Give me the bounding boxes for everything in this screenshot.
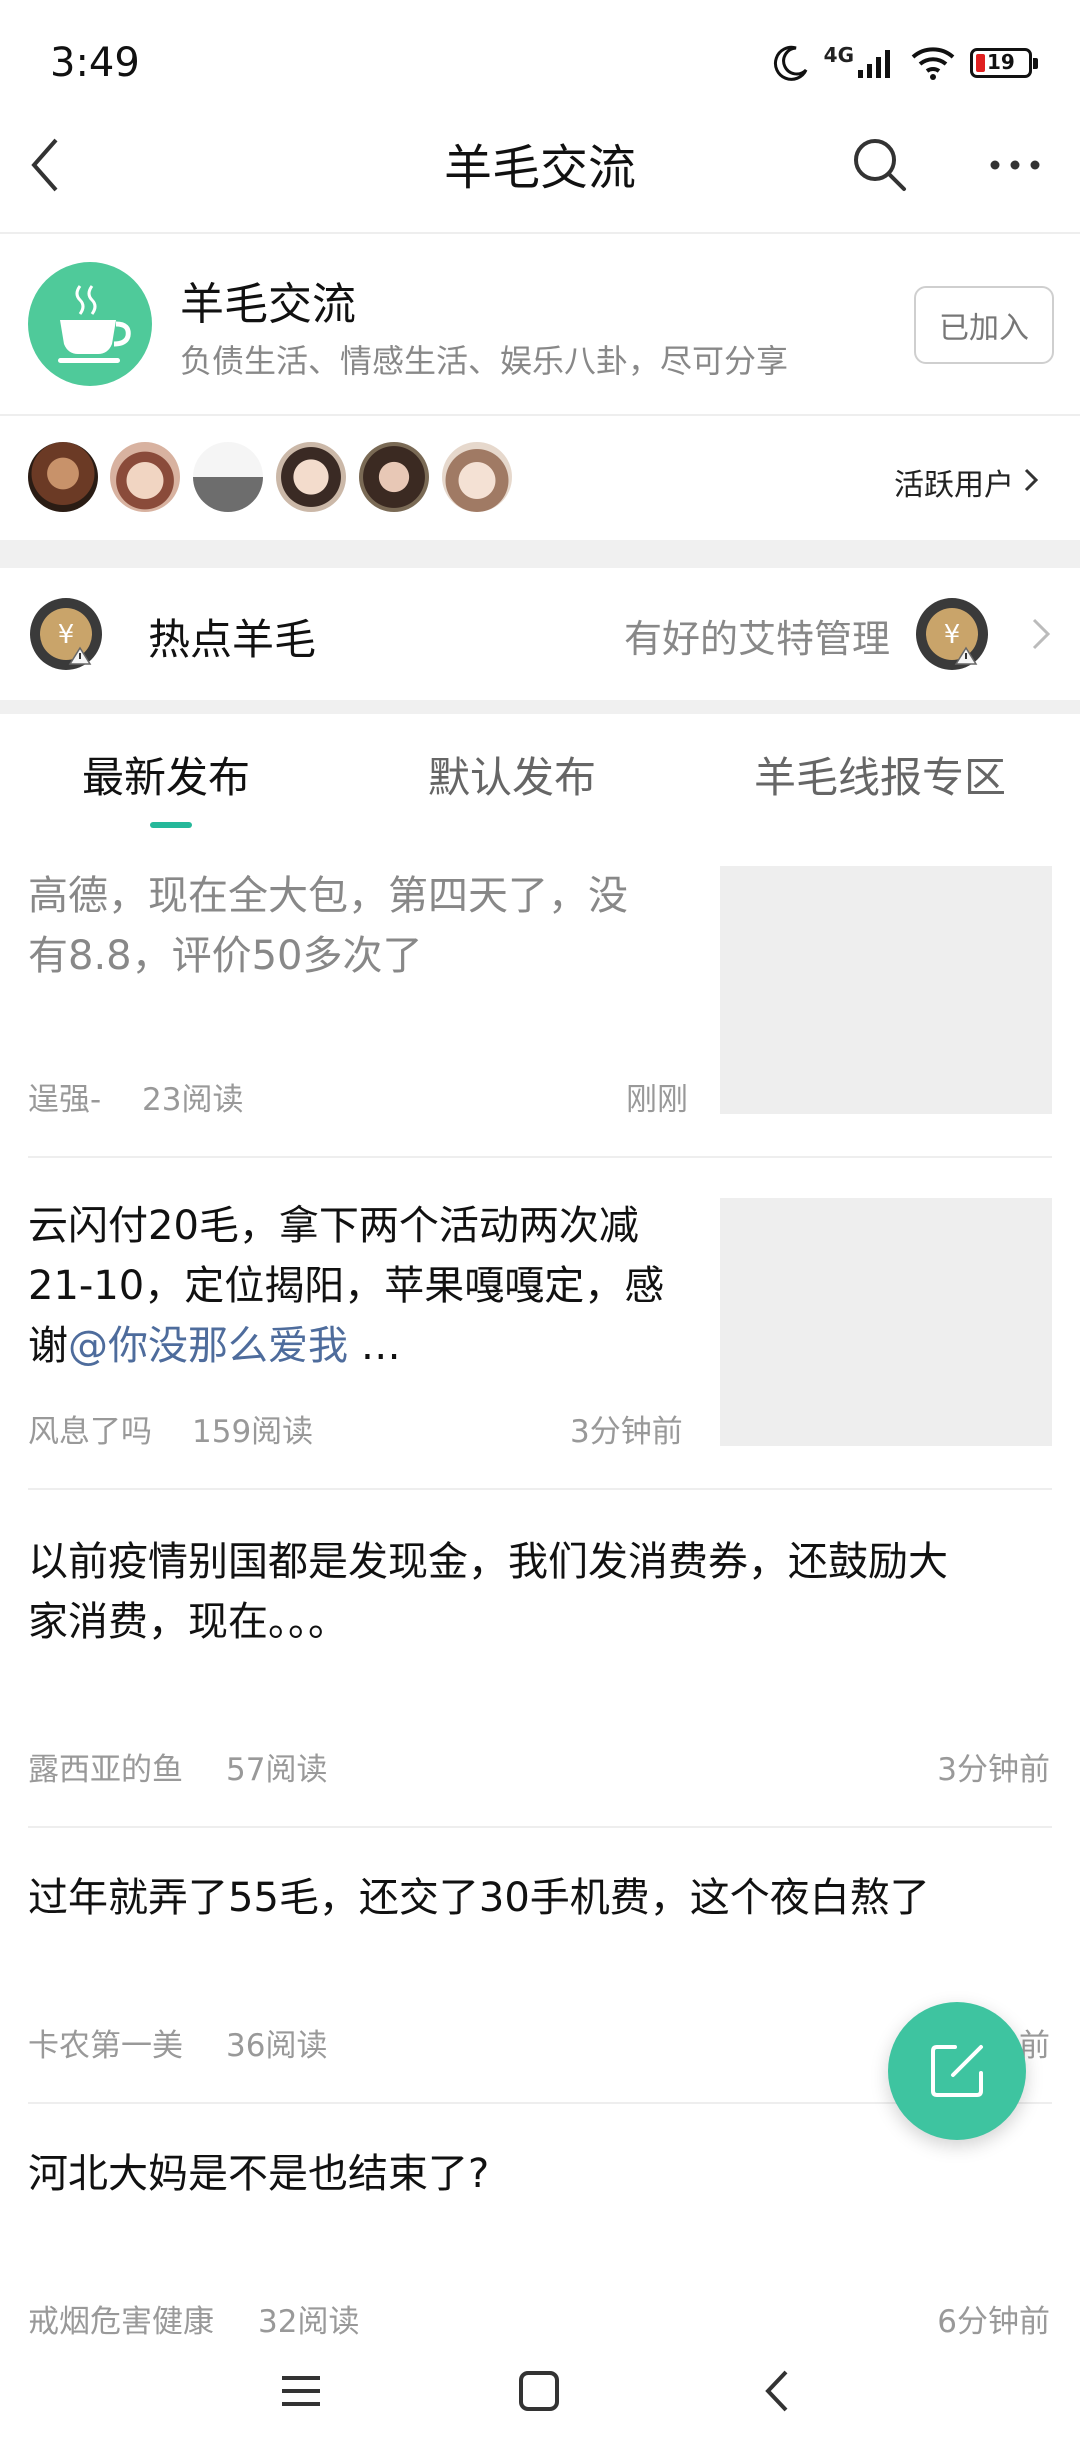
divider — [28, 1826, 1052, 1828]
post-author[interactable]: 风息了吗 — [28, 1406, 152, 1451]
post-title[interactable]: 过年就弄了55毛，还交了30手机费，这个夜白熬了 — [28, 1868, 930, 1928]
hot-topic-title[interactable]: 热点羊毛 — [148, 606, 316, 667]
chevron-right-icon[interactable] — [1030, 614, 1054, 654]
hot-manager-text: 有好的艾特管理 — [624, 617, 891, 661]
post-author[interactable]: 逞强- — [28, 1074, 101, 1119]
post-title[interactable]: 河北大妈是不是也结束了? — [28, 2144, 489, 2204]
network-label: 4G — [823, 43, 854, 67]
divider — [28, 1488, 1052, 1490]
post-author[interactable]: 露西亚的鱼 — [28, 1744, 183, 1789]
post-reads: 159阅读 — [192, 1414, 314, 1450]
post-reads: 32阅读 — [258, 2304, 360, 2340]
section-separator — [0, 700, 1080, 714]
post-title-line: 以前疫情别国都是发现金，我们发消费券，还鼓励大 — [28, 1539, 948, 1585]
menu-icon[interactable] — [278, 2368, 324, 2418]
active-users-link[interactable]: 活跃用户 — [894, 460, 1014, 504]
post-title-line: 云闪付20毛，拿下两个活动两次减 — [28, 1203, 639, 1249]
wifi-icon — [911, 47, 955, 80]
joined-button[interactable]: 已加入 — [914, 286, 1054, 364]
post-thumbnail[interactable] — [720, 866, 1052, 1114]
avatar[interactable] — [28, 442, 98, 512]
divider — [0, 414, 1080, 416]
group-logo — [28, 262, 152, 386]
post-reads: 36阅读 — [226, 2028, 328, 2064]
post-title-text: 谢 — [28, 1323, 68, 1369]
svg-text:¥: ¥ — [944, 620, 961, 650]
post-title-line: 有8.8，评价50多次了 — [28, 933, 423, 979]
section-separator — [0, 540, 1080, 568]
divider — [0, 232, 1080, 234]
status-icons: 4G 19 — [772, 43, 1038, 82]
battery-level: 19 — [987, 50, 1015, 74]
post-reads: 23阅读 — [142, 1082, 244, 1118]
signal-icon — [858, 50, 890, 78]
moon-icon — [773, 45, 808, 81]
post-title-line: 高德，现在全大包，第四天了，没 — [28, 873, 628, 919]
post-title[interactable]: 高德，现在全大包，第四天了，没 有8.8，评价50多次了 — [28, 866, 628, 986]
post-title[interactable]: 云闪付20毛，拿下两个活动两次减 21-10，定位揭阳，苹果嘎嘎定，感 谢@你没… — [28, 1196, 664, 1376]
avatar[interactable] — [276, 442, 346, 512]
svg-text:¥: ¥ — [58, 620, 75, 650]
tab-deals-zone[interactable]: 羊毛线报专区 — [754, 744, 1006, 805]
post-time: 刚刚 — [626, 1082, 688, 1118]
page-title: 羊毛交流 — [443, 140, 636, 196]
avatar[interactable] — [110, 442, 180, 512]
post-time: 3分钟前 — [937, 1752, 1050, 1788]
post-title-line: 过年就弄了55毛，还交了30手机费，这个夜白熬了 — [28, 1875, 930, 1921]
avatar[interactable] — [442, 442, 512, 512]
post-author[interactable]: 卡农第一美 — [28, 2020, 183, 2065]
divider — [28, 1156, 1052, 1158]
coffee-cup-icon — [58, 285, 131, 363]
post-title-line: 谢@你没那么爱我 … — [28, 1316, 664, 1376]
system-nav-bar — [0, 2340, 1080, 2460]
compose-button[interactable] — [888, 2002, 1026, 2140]
avatar[interactable] — [359, 442, 429, 512]
post-title-line: 河北大妈是不是也结束了? — [28, 2151, 490, 2197]
status-time: 3:49 — [50, 40, 140, 86]
user-mention[interactable]: @你没那么爱我 — [68, 1323, 348, 1369]
search-icon[interactable] — [850, 135, 910, 195]
post-reads: 57阅读 — [226, 1752, 328, 1788]
post-ellipsis: … — [348, 1323, 401, 1369]
edit-icon — [931, 2045, 983, 2097]
chevron-right-icon[interactable] — [1020, 462, 1044, 498]
manager-avatar[interactable]: ¥ — [916, 598, 988, 670]
more-icon[interactable] — [985, 140, 1045, 190]
avatar[interactable] — [193, 442, 263, 512]
post-time: 3分钟前 — [570, 1414, 683, 1450]
back-nav-icon[interactable] — [756, 2368, 802, 2418]
home-icon[interactable] — [516, 2368, 562, 2418]
post-title-line: 家消费，现在。。。 — [28, 1599, 348, 1645]
coin-icon: ¥ — [30, 598, 102, 670]
battery-icon: 19 — [970, 48, 1038, 78]
post-title-line: 21-10，定位揭阳，苹果嘎嘎定，感 — [28, 1263, 665, 1309]
post-title[interactable]: 以前疫情别国都是发现金，我们发消费券，还鼓励大 家消费，现在。。。 — [28, 1532, 948, 1652]
post-thumbnail[interactable] — [720, 1198, 1052, 1446]
tab-latest[interactable]: 最新发布 — [82, 744, 250, 805]
tab-default[interactable]: 默认发布 — [428, 744, 596, 805]
tab-indicator — [150, 822, 192, 828]
group-description: 负债生活、情感生活、娱乐八卦，尽可分享 — [180, 342, 789, 380]
post-author[interactable]: 戒烟危害健康 — [28, 2296, 214, 2341]
group-name: 羊毛交流 — [180, 279, 356, 330]
post-time: 6分钟前 — [937, 2304, 1050, 2340]
